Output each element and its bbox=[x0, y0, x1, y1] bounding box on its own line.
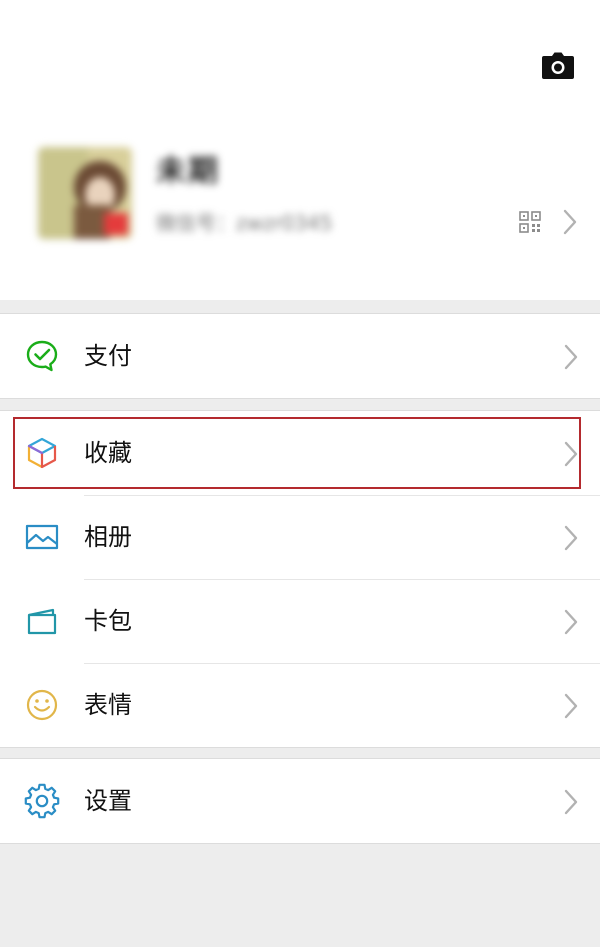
chevron-right-icon bbox=[564, 609, 578, 635]
menu-item-favorites[interactable]: 收藏 bbox=[0, 411, 600, 495]
chevron-right-icon bbox=[564, 693, 578, 719]
menu-group-pay: 支付 bbox=[0, 313, 600, 399]
profile-nickname: 未期 bbox=[156, 154, 220, 189]
menu-item-label: 表情 bbox=[84, 691, 132, 719]
camera-icon[interactable] bbox=[541, 52, 575, 80]
avatar[interactable] bbox=[38, 147, 132, 239]
chevron-right-icon bbox=[564, 789, 578, 815]
menu-item-label: 支付 bbox=[84, 342, 132, 370]
wechat-pay-icon bbox=[26, 340, 58, 372]
chevron-right-icon bbox=[564, 344, 578, 370]
qr-code-icon[interactable] bbox=[519, 211, 541, 233]
menu-item-stickers[interactable]: 表情 bbox=[0, 663, 600, 747]
menu-item-card-wallet[interactable]: 卡包 bbox=[0, 579, 600, 663]
menu-item-settings[interactable]: 设置 bbox=[0, 759, 600, 843]
chevron-right-icon bbox=[564, 525, 578, 551]
smiley-emoji-icon bbox=[26, 689, 58, 721]
menu-item-album[interactable]: 相册 bbox=[0, 495, 600, 579]
chevron-right-icon bbox=[563, 209, 577, 235]
card-wallet-icon bbox=[27, 608, 57, 635]
menu-item-label: 卡包 bbox=[84, 607, 132, 635]
chevron-right-icon bbox=[564, 441, 578, 467]
menu-item-label: 相册 bbox=[84, 523, 132, 551]
menu-item-label: 设置 bbox=[84, 787, 132, 815]
profile-wechat-id: 微信号：zwzr0345 bbox=[156, 211, 333, 235]
profile-header[interactable]: 未期 微信号：zwzr0345 bbox=[0, 0, 600, 300]
favorites-cube-icon bbox=[27, 437, 57, 469]
menu-item-pay[interactable]: 支付 bbox=[0, 314, 600, 398]
album-image-icon bbox=[25, 524, 59, 550]
menu-group-content: 收藏 相册 卡包 表情 bbox=[0, 410, 600, 748]
menu-group-settings: 设置 bbox=[0, 758, 600, 844]
menu-item-label: 收藏 bbox=[84, 439, 132, 467]
settings-gear-icon bbox=[24, 783, 60, 819]
